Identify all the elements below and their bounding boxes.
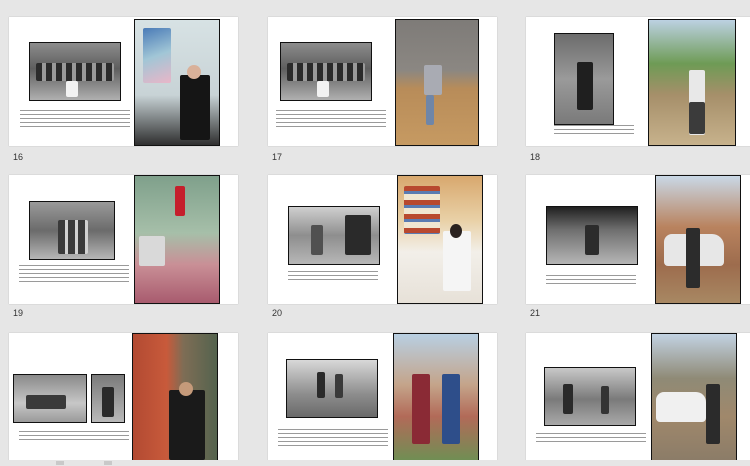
photo-caption: [19, 431, 129, 441]
page-number: 20: [272, 308, 283, 318]
street-photo-bw: [544, 367, 636, 426]
photo-caption: [546, 275, 636, 287]
page-thumbnail-22[interactable]: [9, 333, 238, 462]
page-number: 18: [530, 152, 541, 162]
white-car-photo-color: [651, 333, 737, 462]
photo-caption: [278, 429, 388, 447]
page-thumbnail-17[interactable]: 17: [268, 17, 497, 162]
photo-caption: [536, 433, 646, 445]
family-photo-bw: [29, 201, 115, 260]
page-thumbnail-21[interactable]: 21: [526, 175, 750, 318]
status-bar: [0, 460, 750, 466]
photo-caption: [19, 265, 129, 283]
group-photo-bw: [280, 42, 372, 101]
photo-caption: [288, 271, 378, 283]
page-thumbnail-23[interactable]: [268, 333, 497, 462]
photo-caption: [554, 125, 634, 137]
page-number: 16: [13, 152, 24, 162]
page-thumbnail-24[interactable]: [526, 333, 750, 462]
toddler-photo-bw: [91, 374, 125, 423]
donkey-photo-bw: [288, 206, 380, 265]
photo-caption: [276, 110, 386, 128]
page-thumbnail-18[interactable]: 18: [526, 17, 750, 162]
bookshelf-photo-color: [397, 175, 483, 304]
page-thumbnail-19[interactable]: 19: [9, 175, 238, 318]
man-photo-color: [648, 19, 736, 146]
baby-photo-bw: [13, 374, 87, 423]
seated-man-photo-color: [132, 333, 218, 462]
couple-photo-color: [393, 333, 479, 462]
woman-photo-color: [134, 175, 220, 304]
village-photo-bw: [286, 359, 378, 418]
view-toggle-icon[interactable]: [56, 461, 64, 465]
photo-caption: [20, 110, 130, 130]
dancer-photo-color: [395, 19, 479, 146]
child-photo-bw: [554, 33, 614, 125]
page-thumbnail-20[interactable]: 20: [268, 175, 497, 318]
car-photo-color: [655, 175, 741, 304]
group-photo-bw: [29, 42, 121, 101]
page-thumbnail-16[interactable]: 16: [9, 17, 238, 162]
page-number: 19: [13, 308, 24, 318]
page-number: 21: [530, 308, 541, 318]
page-number: 17: [272, 152, 283, 162]
zoom-icon[interactable]: [104, 461, 112, 465]
portrait-photo-color: [134, 19, 220, 146]
road-photo-bw: [546, 206, 638, 265]
